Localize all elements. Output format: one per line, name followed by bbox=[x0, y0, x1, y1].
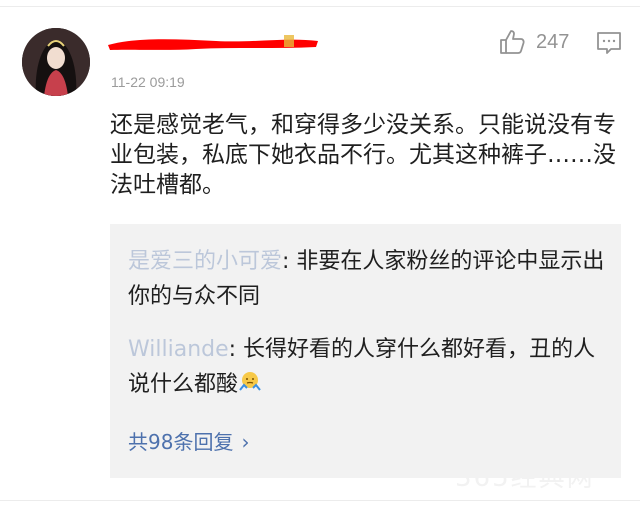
reply-username[interactable]: 是爱三的小可爱 bbox=[128, 249, 282, 274]
chevron-right-icon: › bbox=[241, 430, 250, 454]
comment-text: 还是感觉老气，和穿得多少没关系。只能说没有专业包装，私底下她衣品不行。尤其这种裤… bbox=[110, 112, 616, 198]
avatar[interactable] bbox=[22, 28, 90, 96]
username-redaction-mark bbox=[106, 33, 320, 53]
bottom-divider bbox=[0, 500, 640, 501]
watermark: 365经典网 bbox=[455, 463, 595, 493]
like-count: 247 bbox=[536, 30, 570, 53]
reply-username[interactable]: Williande bbox=[128, 337, 229, 362]
thumbs-up-icon bbox=[498, 28, 526, 56]
reply-box: 是爱三的小可爱: 非要在人家粉丝的评论中显示出你的与众不同 Williande:… bbox=[110, 224, 621, 478]
reply-item: Williande: 长得好看的人穿什么都好看，丑的人说什么都酸 bbox=[128, 332, 608, 402]
comment-icon[interactable] bbox=[596, 30, 622, 56]
like-button[interactable]: 247 bbox=[498, 28, 569, 56]
timestamp: 11-22 09:19 bbox=[111, 74, 185, 90]
view-all-replies-link[interactable]: 共98条回复 › bbox=[128, 426, 249, 455]
view-all-replies-label: 共98条回复 bbox=[128, 430, 234, 454]
shrug-emoji-icon bbox=[238, 370, 262, 394]
avatar-image bbox=[22, 28, 90, 96]
reply-item: 是爱三的小可爱: 非要在人家粉丝的评论中显示出你的与众不同 bbox=[128, 244, 608, 314]
top-divider bbox=[0, 6, 640, 7]
